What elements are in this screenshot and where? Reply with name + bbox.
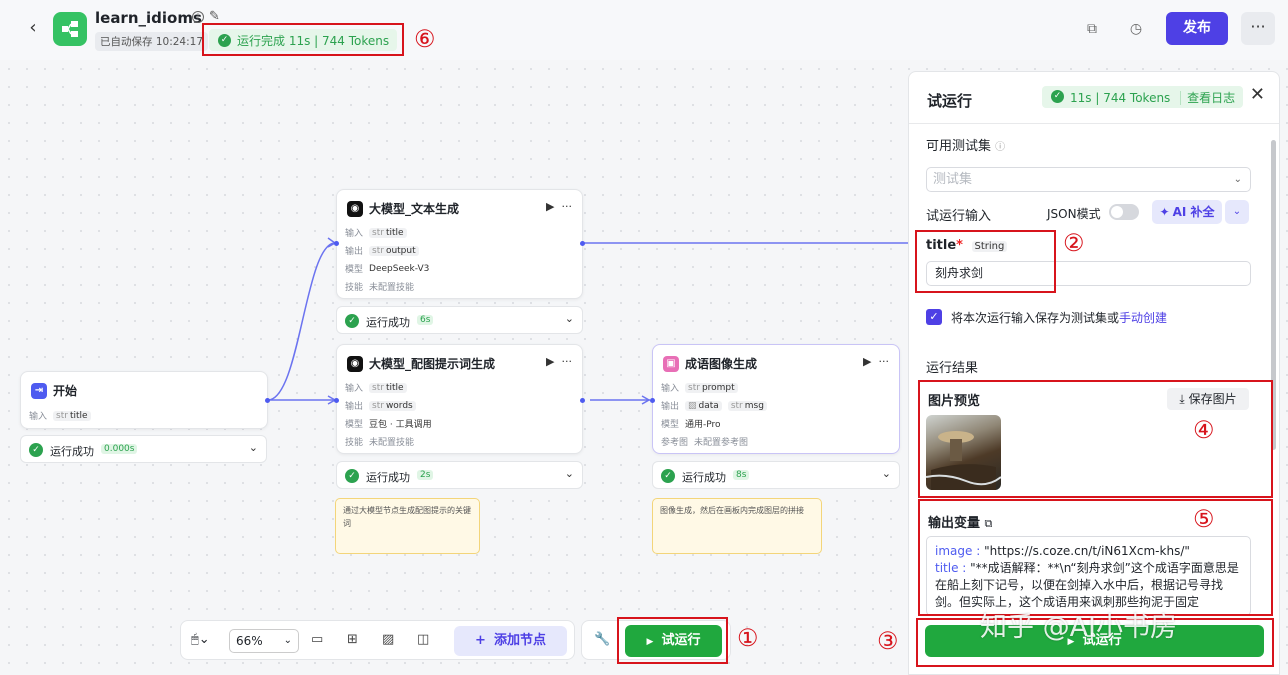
start-node[interactable]: ⇥ 开始 输入 str title: [20, 371, 270, 429]
canvas-toolbar: 🖱⌄ 66% ⌄ ▭ ⊞ ▨ ◫ + 添加节点: [180, 620, 575, 660]
chevron-down-icon[interactable]: ⌄: [1225, 200, 1249, 224]
save-testset-checkbox[interactable]: ✓: [926, 309, 942, 325]
annotation-number-2: ②: [1063, 229, 1085, 257]
run-input-label: 试运行输入: [926, 209, 992, 224]
start-status-bar[interactable]: ✓ 运行成功 0.000s ⌄: [20, 435, 267, 463]
annotation-box-6: [202, 23, 404, 56]
annotation-number-6: ⑥: [414, 25, 436, 53]
annotation-number-5: ⑤: [1193, 505, 1215, 533]
chevron-down-icon: ⌄: [283, 635, 292, 646]
check-icon: ✓: [345, 314, 359, 328]
save-testset-text: 将本次运行输入保存为测试集或手动创建: [951, 311, 1168, 325]
duration-badge: 0.000s: [101, 444, 138, 454]
input-port[interactable]: [334, 241, 339, 246]
chevron-down-icon[interactable]: ⌄: [565, 467, 574, 480]
llm-text-status-bar[interactable]: ✓ 运行成功 6s ⌄: [336, 306, 583, 334]
image-icon: ▣: [663, 355, 679, 372]
model-name: DeepSeek-V3: [369, 263, 430, 274]
check-icon: ✓: [345, 469, 359, 483]
close-icon[interactable]: ✕: [1250, 84, 1265, 105]
results-label: 运行结果: [926, 361, 979, 376]
check-icon: ✓: [661, 469, 675, 483]
image-gen-status-bar[interactable]: ✓ 运行成功 8s ⌄: [652, 461, 900, 489]
annotation-box-5: [918, 499, 1273, 616]
add-node-button[interactable]: + 添加节点: [454, 626, 567, 656]
view-log-link[interactable]: 查看日志: [1180, 91, 1236, 105]
llm-text-node[interactable]: ◉ 大模型_文本生成 ▶ ··· 输入 str title 输出 str output 模…: [334, 189, 585, 299]
image-type-tag: ▨ data: [685, 400, 722, 411]
input-port[interactable]: [650, 398, 655, 403]
test-set-select[interactable]: 测试集 ⌄: [926, 167, 1251, 192]
output-port[interactable]: [580, 241, 585, 246]
watermark: 知乎 @AI小书房: [980, 612, 1178, 643]
llm-prompt-node[interactable]: ◉ 大模型_配图提示词生成 ▶ ··· 输入 str title 输出 str words…: [334, 344, 585, 454]
sparkle-icon: ✦: [1159, 205, 1170, 219]
annotation-box-2: [915, 230, 1056, 293]
start-node-title: 开始: [53, 384, 78, 398]
image-gen-node[interactable]: ▣ 成语图像生成 ▶ ··· 输入 str prompt 输出 ▨ data str msg …: [650, 344, 900, 454]
model-icon: ◉: [347, 200, 363, 217]
panel-title: 试运行: [927, 92, 973, 110]
check-icon: ✓: [29, 443, 43, 457]
annotation-box-4: [918, 380, 1273, 498]
note-card[interactable]: 通过大模型节点生成配图提示的关键词: [335, 498, 480, 554]
chevron-down-icon[interactable]: ⌄: [882, 467, 891, 480]
node-actions[interactable]: ▶ ···: [546, 200, 572, 213]
json-mode-toggle[interactable]: [1109, 204, 1139, 220]
divider: [909, 123, 1279, 124]
wrench-icon[interactable]: 🔧: [594, 632, 610, 647]
start-icon: ⇥: [31, 382, 47, 399]
model-icon: ◉: [347, 355, 363, 372]
annotation-number-3: ③: [877, 627, 899, 655]
ai-fill-button[interactable]: ✦ AI 补全: [1152, 200, 1222, 224]
check-icon: ✓: [1051, 90, 1064, 103]
node-actions[interactable]: ▶ ···: [863, 355, 889, 368]
info-icon: ⓘ: [995, 142, 1006, 153]
chevron-down-icon: ⌄: [1233, 174, 1242, 185]
mouse-mode-icon[interactable]: 🖱⌄: [191, 632, 210, 647]
note-card[interactable]: 图像生成，然后在画板内完成图层的拼接: [652, 498, 822, 554]
layout-icon[interactable]: ⊞: [347, 632, 358, 647]
node-actions[interactable]: ▶ ···: [546, 355, 572, 368]
zoom-select[interactable]: 66% ⌄: [229, 629, 299, 653]
chevron-down-icon[interactable]: ⌄: [249, 441, 258, 454]
annotation-box-1: [617, 617, 728, 664]
run-stats-badge[interactable]: ✓ 11s | 744 Tokens 查看日志: [1042, 86, 1244, 108]
var-tag: str title: [53, 410, 91, 421]
manual-create-link[interactable]: 手动创建: [1119, 311, 1167, 325]
status-text: 运行成功: [50, 445, 94, 458]
annotation-number-4: ④: [1193, 416, 1215, 444]
image-icon[interactable]: ▨: [382, 632, 394, 647]
chevron-down-icon[interactable]: ⌄: [565, 312, 574, 325]
test-set-label: 可用测试集 ⓘ: [926, 139, 1006, 154]
json-mode-label: JSON模式: [1047, 207, 1101, 221]
annotation-number-1: ①: [737, 624, 759, 652]
minimap-icon[interactable]: ◫: [417, 632, 429, 647]
llm-prompt-status-bar[interactable]: ✓ 运行成功 2s ⌄: [336, 461, 583, 489]
output-port[interactable]: [580, 398, 585, 403]
input-label: 输入: [29, 412, 48, 422]
comment-icon[interactable]: ▭: [311, 632, 323, 647]
input-port[interactable]: [334, 398, 339, 403]
output-port[interactable]: [265, 398, 270, 403]
node-title: 大模型_文本生成: [369, 202, 460, 216]
